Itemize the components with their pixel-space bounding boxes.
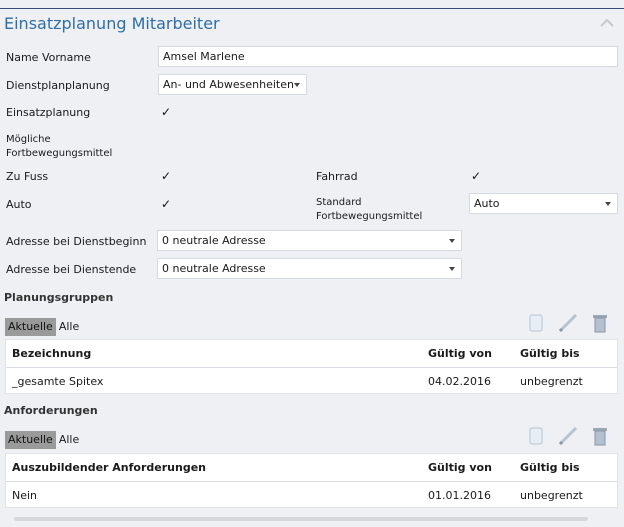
- column-header[interactable]: Bezeichnung: [12, 347, 91, 360]
- ende-select[interactable]: 0 neutrale Adresse: [157, 258, 462, 279]
- pencil-icon[interactable]: [556, 425, 580, 447]
- new-document-icon[interactable]: [527, 312, 545, 334]
- planungsgruppen-table: Bezeichnung Gültig von Gültig bis _gesam…: [5, 339, 618, 394]
- chevron-down-icon: [605, 202, 611, 206]
- standard-label-2: Fortbewegungsmittel: [316, 211, 423, 222]
- table-row[interactable]: Nein 01.01.2016 unbegrenzt: [6, 482, 617, 509]
- standard-value: Auto: [474, 197, 500, 210]
- tab-aktuelle[interactable]: Aktuelle: [5, 318, 56, 336]
- page-title: Einsatzplanung Mitarbeiter: [4, 14, 220, 33]
- column-header[interactable]: Auszubildender Anforderungen: [12, 461, 206, 474]
- table-cell: _gesamte Spitex: [12, 375, 104, 388]
- name-field[interactable]: Amsel Marlene: [158, 46, 618, 67]
- table-cell: 04.02.2016: [428, 375, 491, 388]
- header-divider: [0, 8, 624, 9]
- table-cell: 01.01.2016: [428, 489, 491, 502]
- zufuss-label: Zu Fuss: [6, 170, 49, 183]
- standard-label-1: Standard: [316, 197, 362, 208]
- beginn-value: 0 neutrale Adresse: [162, 234, 266, 247]
- table-cell: Nein: [12, 489, 38, 502]
- tab-alle[interactable]: Alle: [56, 431, 82, 449]
- name-value: Amsel Marlene: [163, 50, 245, 63]
- auto-label: Auto: [6, 198, 32, 211]
- moegliche-label-2: Fortbewegungsmittel: [6, 148, 113, 159]
- auto-checkbox[interactable]: ✓: [161, 197, 171, 211]
- trash-icon[interactable]: [591, 312, 609, 334]
- column-header[interactable]: Gültig bis: [520, 347, 580, 360]
- anforderungen-tabs: Aktuelle Alle: [5, 431, 82, 449]
- name-label: Name Vorname: [6, 51, 91, 64]
- ende-value: 0 neutrale Adresse: [162, 262, 266, 275]
- dienstplan-value: An- und Abwesenheiten: [163, 78, 294, 91]
- dienstplan-label: Dienstplanplanung: [6, 79, 110, 92]
- chevron-up-icon[interactable]: [598, 16, 616, 30]
- table-row[interactable]: _gesamte Spitex 04.02.2016 unbegrenzt: [6, 368, 617, 395]
- tab-alle[interactable]: Alle: [56, 318, 82, 336]
- einsatz-checkbox[interactable]: ✓: [161, 105, 171, 119]
- trash-icon[interactable]: [591, 425, 609, 447]
- column-header[interactable]: Gültig bis: [520, 461, 580, 474]
- tab-aktuelle[interactable]: Aktuelle: [5, 431, 56, 449]
- standard-select[interactable]: Auto: [469, 193, 618, 214]
- chevron-down-icon: [294, 83, 300, 87]
- table-header: Bezeichnung Gültig von Gültig bis: [6, 340, 617, 368]
- anforderungen-title: Anforderungen: [4, 404, 98, 417]
- einsatz-label: Einsatzplanung: [6, 106, 91, 119]
- table-header: Auszubildender Anforderungen Gültig von …: [6, 454, 617, 482]
- new-document-icon[interactable]: [527, 425, 545, 447]
- beginn-select[interactable]: 0 neutrale Adresse: [157, 230, 462, 251]
- zufuss-checkbox[interactable]: ✓: [161, 169, 171, 183]
- fahrrad-label: Fahrrad: [316, 170, 358, 183]
- beginn-label: Adresse bei Dienstbeginn: [6, 235, 147, 248]
- chevron-down-icon: [449, 267, 455, 271]
- ende-label: Adresse bei Dienstende: [6, 263, 137, 276]
- table-cell: unbegrenzt: [520, 375, 583, 388]
- table-cell: unbegrenzt: [520, 489, 583, 502]
- column-header[interactable]: Gültig von: [428, 347, 492, 360]
- planungsgruppen-tabs: Aktuelle Alle: [5, 318, 82, 336]
- pencil-icon[interactable]: [556, 312, 580, 334]
- planungsgruppen-title: Planungsgruppen: [4, 291, 114, 304]
- moegliche-label-1: Mögliche: [6, 134, 51, 145]
- horizontal-scrollbar[interactable]: [14, 517, 588, 521]
- dienstplan-select[interactable]: An- und Abwesenheiten: [158, 74, 307, 95]
- fahrrad-checkbox[interactable]: ✓: [471, 169, 481, 183]
- column-header[interactable]: Gültig von: [428, 461, 492, 474]
- anforderungen-table: Auszubildender Anforderungen Gültig von …: [5, 453, 618, 508]
- chevron-down-icon: [449, 239, 455, 243]
